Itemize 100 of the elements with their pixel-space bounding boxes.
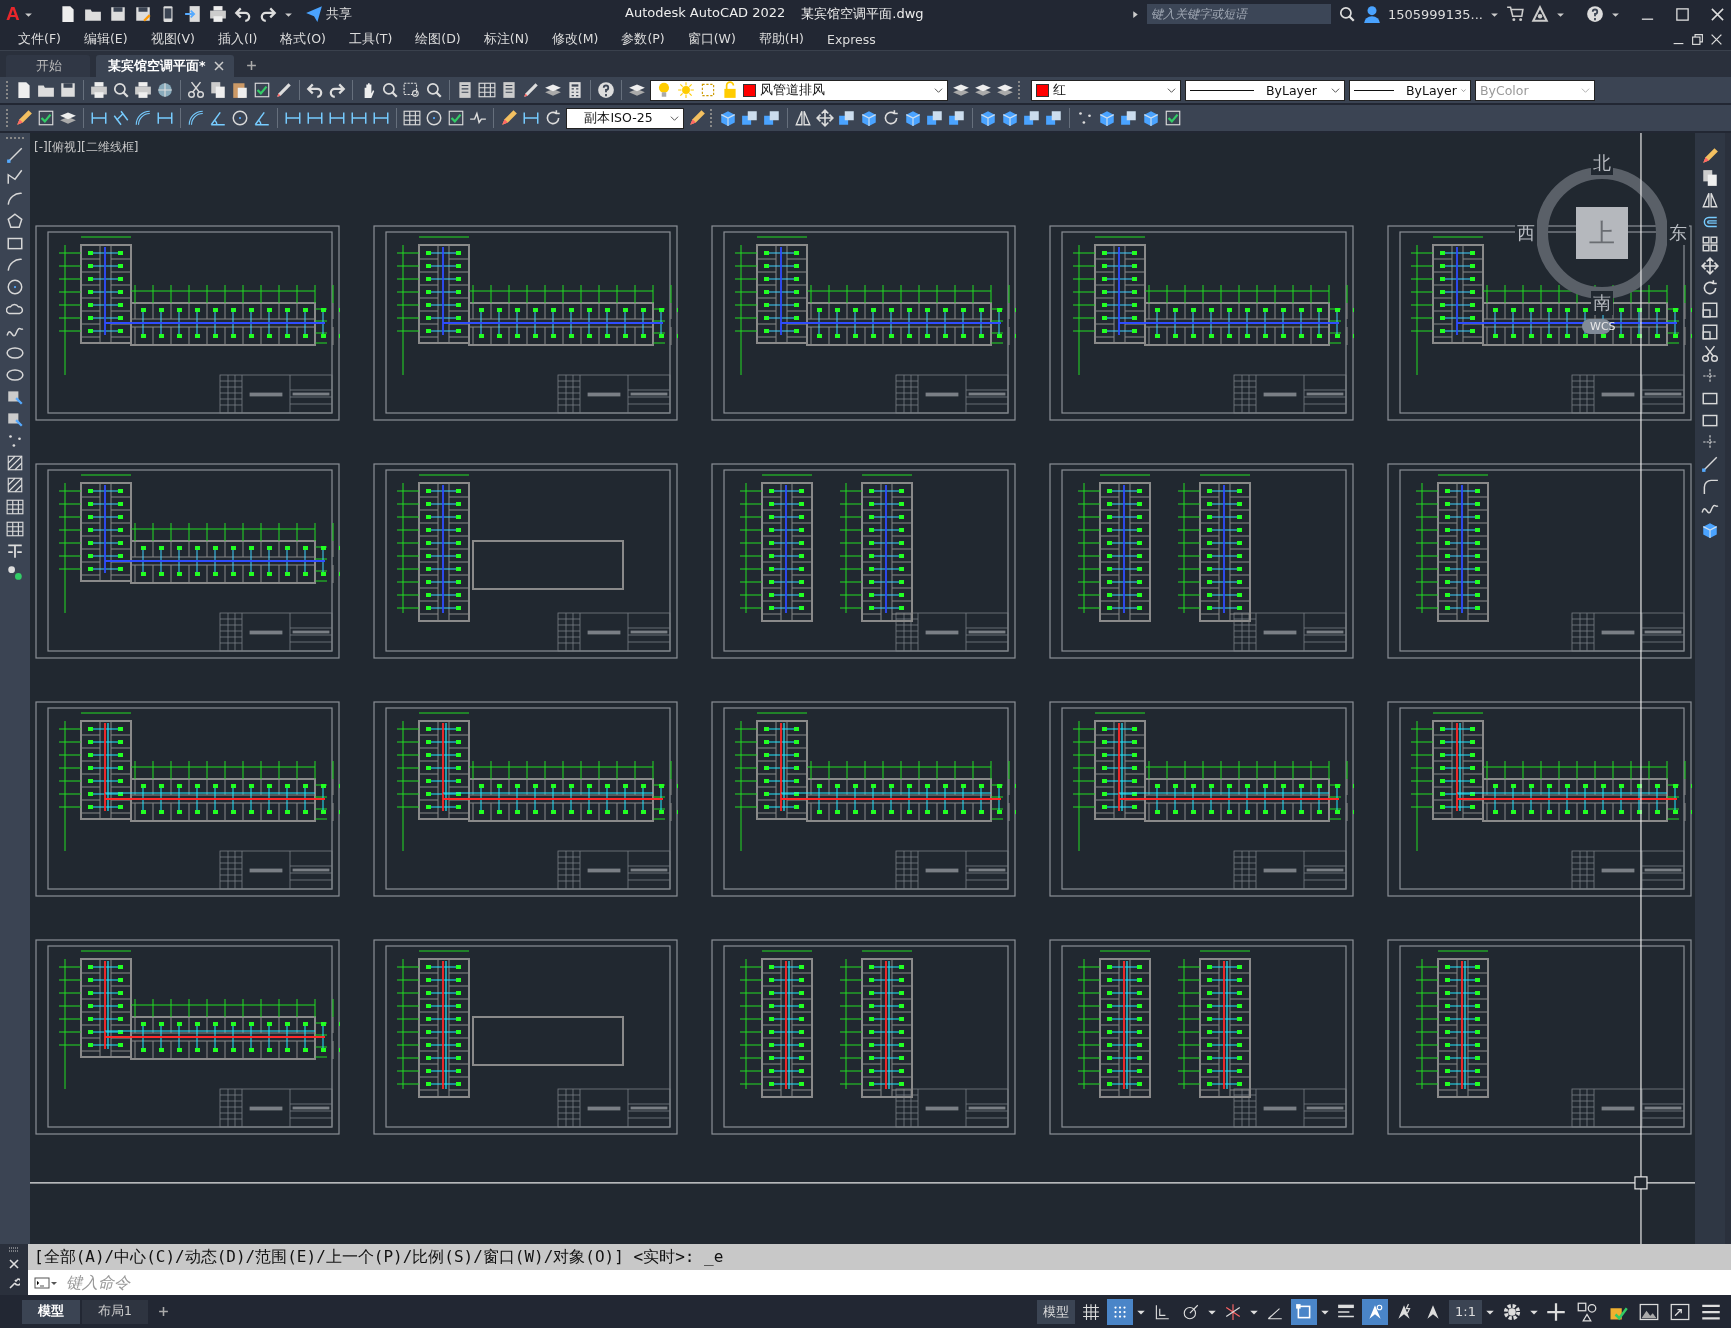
close-icon[interactable] (213, 61, 224, 71)
compass-direction[interactable]: 北 (1591, 151, 1613, 175)
dimension-icon[interactable] (372, 109, 390, 127)
magnifier-icon[interactable] (112, 81, 130, 99)
copy-icon[interactable] (209, 81, 227, 99)
scissors-icon[interactable] (1701, 345, 1719, 363)
snap-dots-toggle[interactable] (1107, 1298, 1134, 1325)
save-icon[interactable] (59, 81, 77, 99)
shapes-icon[interactable] (1577, 1301, 1597, 1322)
menu-item[interactable]: Express (827, 31, 876, 47)
dimension-icon[interactable] (328, 109, 346, 127)
stacked-cubes-icon[interactable] (763, 109, 781, 127)
search-icon[interactable] (1337, 5, 1356, 23)
text-lines-icon[interactable] (6, 542, 24, 560)
restore-icon[interactable] (1691, 32, 1704, 46)
polyline-icon[interactable] (6, 168, 24, 186)
pencil-icon[interactable] (688, 109, 706, 127)
color-dropdown[interactable]: 红 (1031, 79, 1181, 101)
trim-icon[interactable] (1701, 433, 1719, 451)
pencil-icon[interactable] (1701, 147, 1719, 165)
document-icon[interactable] (15, 81, 33, 99)
expand-arrow-icon[interactable] (1130, 9, 1140, 19)
points-icon[interactable] (6, 432, 24, 450)
search-field[interactable]: 键入关键字或短语 (1146, 4, 1331, 24)
menu-item[interactable]: 参数(P) (621, 30, 665, 48)
table-icon[interactable] (6, 498, 24, 516)
dimension-icon[interactable] (90, 109, 108, 127)
annotation-figure-toggle[interactable] (1362, 1298, 1389, 1325)
stacked-cubes-icon[interactable] (926, 109, 944, 127)
circle-icon[interactable] (425, 109, 443, 127)
stacked-cubes-icon[interactable] (838, 109, 856, 127)
aligned-dimension-icon[interactable] (112, 109, 130, 127)
copy-icon[interactable] (1701, 169, 1719, 187)
scissors-icon[interactable] (187, 81, 205, 99)
dimension-icon[interactable] (306, 109, 324, 127)
compass-direction[interactable]: 东 (1667, 221, 1689, 245)
check-icon[interactable] (37, 109, 55, 127)
menu-item[interactable]: 格式(O) (280, 30, 326, 48)
undo-icon[interactable] (306, 81, 324, 99)
printer-icon[interactable] (208, 5, 227, 23)
angle-dimension-icon[interactable] (253, 109, 271, 127)
dimension-icon[interactable] (350, 109, 368, 127)
object-snap-toggle[interactable] (1291, 1298, 1318, 1325)
rotate-arrow-icon[interactable] (882, 109, 900, 127)
table-icon[interactable] (6, 520, 24, 538)
printer-icon[interactable] (134, 81, 152, 99)
help-icon[interactable] (597, 81, 615, 99)
hatch-icon[interactable] (6, 454, 24, 472)
brush-icon[interactable] (275, 81, 293, 99)
lineweight-dropdown[interactable]: ByLayer (1349, 79, 1471, 101)
table-icon[interactable] (403, 109, 421, 127)
command-prompt-icon[interactable] (34, 1275, 58, 1290)
cube-icon[interactable] (1142, 109, 1160, 127)
save-as-icon[interactable] (133, 5, 152, 23)
angle-dimension-icon[interactable] (209, 109, 227, 127)
dimension-style-dropdown[interactable]: 副本ISO-25 (566, 107, 684, 129)
cube-icon[interactable] (860, 109, 878, 127)
pencil-icon[interactable] (15, 109, 33, 127)
mountain-frame-icon[interactable] (1639, 1301, 1659, 1322)
menu-item[interactable]: 标注(N) (483, 30, 529, 48)
undo-icon[interactable] (233, 5, 252, 23)
stacked-cubes-icon[interactable] (948, 109, 966, 127)
array-icon[interactable] (1701, 235, 1719, 253)
plus-icon[interactable] (157, 1306, 169, 1317)
arc-dimension-icon[interactable] (187, 109, 205, 127)
scale-squares-icon[interactable] (1701, 301, 1719, 319)
document-tab[interactable]: 某宾馆空调平面* (96, 55, 234, 77)
stacked-cubes-icon[interactable] (1120, 109, 1138, 127)
menu-item[interactable]: 绘图(D) (415, 30, 461, 48)
clipboard-icon[interactable] (231, 81, 249, 99)
points-icon[interactable] (1076, 109, 1094, 127)
arc-icon[interactable] (6, 190, 24, 208)
menu-item[interactable]: 编辑(E) (83, 30, 128, 48)
plus-icon[interactable] (245, 60, 257, 71)
user-icon[interactable] (1362, 5, 1381, 23)
circle-icon[interactable] (6, 278, 24, 296)
linetype-dropdown[interactable]: ByLayer (1185, 79, 1345, 101)
triangle-nodes-icon[interactable] (1531, 5, 1549, 23)
menu-item[interactable]: 视图(V) (150, 30, 195, 48)
globe-icon[interactable] (156, 81, 174, 99)
layer-dropdown[interactable]: 风管道排风 (650, 79, 948, 101)
trim-icon[interactable] (1701, 367, 1719, 385)
cube-icon[interactable] (1001, 109, 1019, 127)
cube-icon[interactable] (904, 109, 922, 127)
cube-icon[interactable] (979, 109, 997, 127)
stacked-cubes-icon[interactable] (1045, 109, 1063, 127)
viewport-controls-label[interactable]: [-][俯视][二维线框] (34, 139, 139, 156)
export-icon[interactable] (183, 5, 202, 23)
user-name[interactable]: 1505999135... (1387, 6, 1483, 22)
add-selected-icon[interactable] (6, 564, 24, 582)
menu-item[interactable]: 文件(F) (18, 30, 61, 48)
four-arrows-icon[interactable] (1701, 257, 1719, 275)
layout-tab[interactable]: 模型 (22, 1299, 80, 1324)
magnifier-icon[interactable] (425, 81, 443, 99)
arc-dimension-icon[interactable] (134, 109, 152, 127)
rotate-arrow-icon[interactable] (544, 109, 562, 127)
mirror-icon[interactable] (1701, 191, 1719, 209)
brush-icon[interactable] (522, 81, 540, 99)
wrench-icon[interactable] (8, 1276, 20, 1289)
menu-item[interactable]: 修改(M) (551, 30, 599, 48)
